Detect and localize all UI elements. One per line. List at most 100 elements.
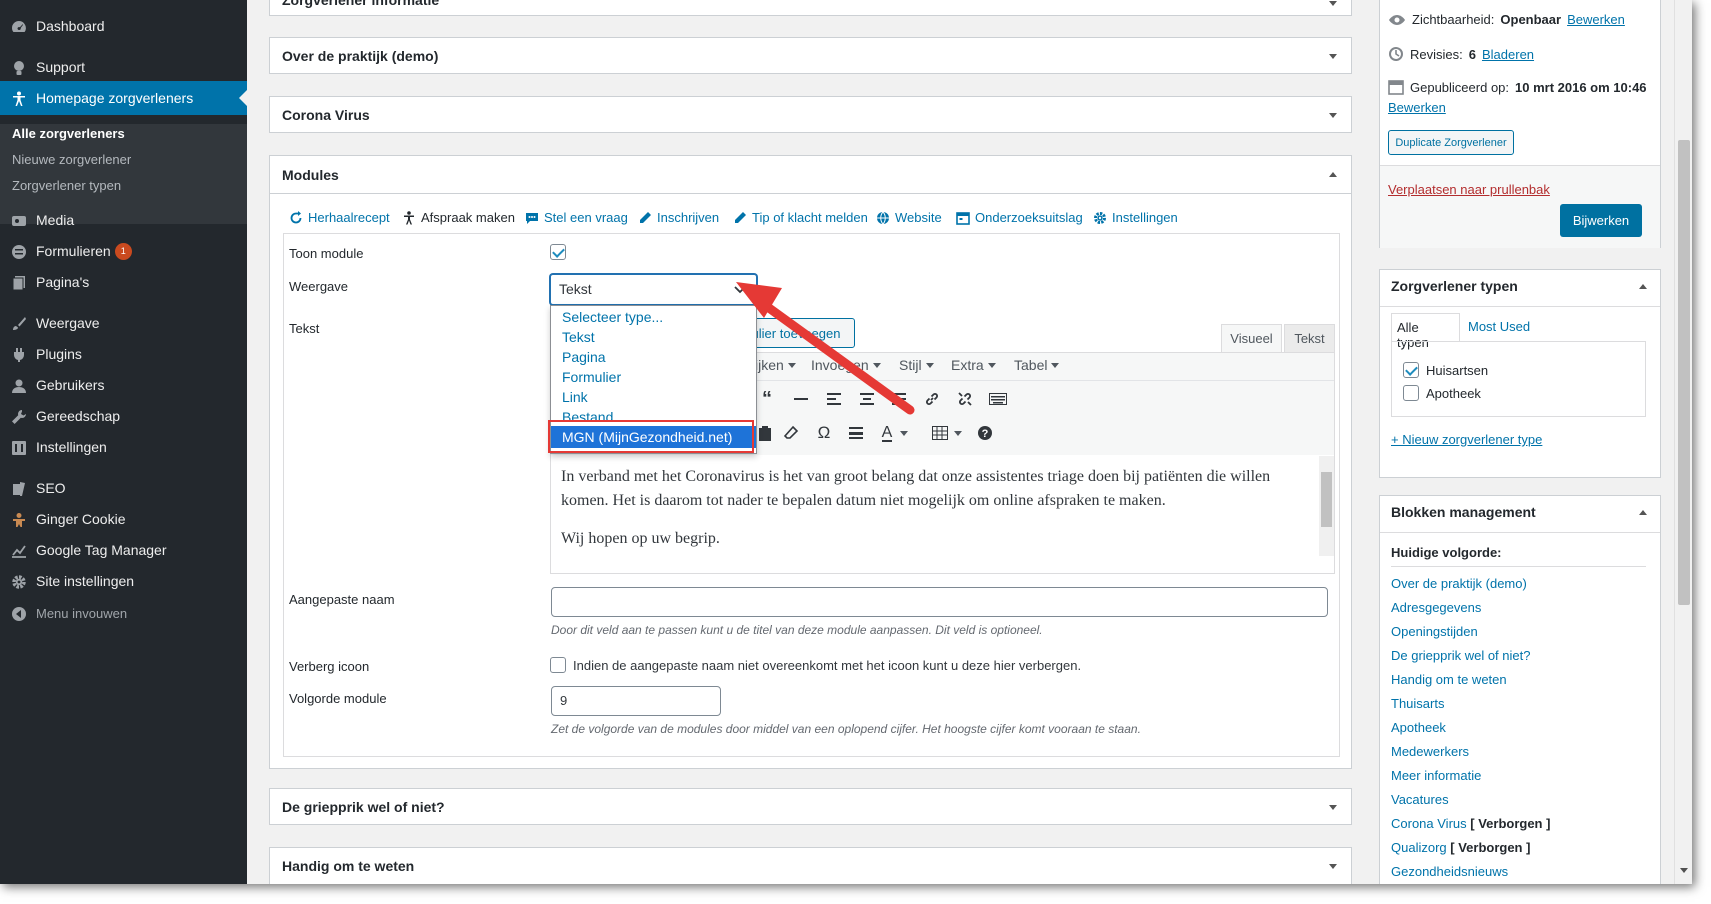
menu-paginas[interactable]: Pagina's	[0, 265, 247, 299]
panel-corona-virus: Corona Virus	[269, 96, 1352, 133]
visibility-edit-link[interactable]: Bewerken	[1567, 12, 1625, 27]
menu-dashboard[interactable]: Dashboard	[0, 9, 247, 43]
option-tekst[interactable]: Tekst	[562, 329, 595, 345]
menu-media[interactable]: Media	[0, 203, 247, 237]
highlight-box	[548, 420, 754, 453]
menu-plugins[interactable]: Plugins	[0, 337, 247, 371]
menu-site-instellingen[interactable]: Site instellingen	[0, 564, 247, 598]
tab-instellingen[interactable]: Instellingen	[1093, 210, 1178, 225]
link-icon[interactable]	[921, 389, 943, 409]
tab-visual[interactable]: Visueel	[1221, 324, 1282, 352]
keyboard-icon[interactable]	[987, 389, 1009, 409]
menu-label: Plugins	[36, 346, 82, 362]
block-item[interactable]: Gezondheidsnieuws	[1391, 864, 1508, 879]
types-title: Zorgverlener typen	[1391, 278, 1518, 294]
block-item[interactable]: Over de praktijk (demo)	[1391, 576, 1527, 591]
text-color-icon[interactable]: A	[877, 423, 913, 443]
menu-weergave[interactable]: Weergave	[0, 306, 247, 340]
page-scrollbar[interactable]	[1674, 0, 1692, 884]
option-selecteer-type[interactable]: Selecteer type...	[562, 309, 663, 325]
table-icon[interactable]	[929, 423, 965, 443]
menu-google-tag-manager[interactable]: Google Tag Manager	[0, 533, 247, 567]
block-item[interactable]: Vacatures	[1391, 792, 1449, 807]
block-item[interactable]: Apotheek	[1391, 720, 1446, 735]
tab-herhaalrecept[interactable]: Herhaalrecept	[289, 210, 390, 225]
block-item[interactable]: Meer informatie	[1391, 768, 1481, 783]
huisartsen-checkbox[interactable]	[1403, 362, 1419, 378]
tab-alle-typen[interactable]: Alle typen	[1391, 313, 1460, 350]
apotheek-label: Apotheek	[1426, 386, 1481, 401]
tab-most-used[interactable]: Most Used	[1468, 319, 1530, 334]
weergave-select[interactable]: Tekst	[550, 274, 757, 305]
menu-label: Gereedschap	[36, 408, 121, 424]
block-item-hidden[interactable]: Corona Virus [ Verborgen ]	[1391, 816, 1550, 831]
person-icon	[404, 210, 414, 224]
unlink-icon[interactable]	[954, 389, 976, 409]
block-item-hidden[interactable]: Qualizorg [ Verborgen ]	[1391, 840, 1530, 855]
toggle-arrow[interactable]	[1329, 805, 1337, 810]
volgorde-module-input[interactable]: 9	[551, 686, 721, 716]
menu-support[interactable]: Support	[0, 50, 247, 84]
blocks-toggle-arrow[interactable]	[1639, 510, 1647, 515]
menu-extra[interactable]: Extra	[951, 357, 996, 373]
tab-onderzoeksuitslag[interactable]: Onderzoeksuitslag	[956, 210, 1083, 225]
published-edit-link[interactable]: Bewerken	[1388, 100, 1446, 115]
globe-icon	[877, 211, 889, 224]
history-icon	[1389, 47, 1403, 61]
verberg-icoon-checkbox[interactable]	[550, 657, 566, 673]
revisions-browse-link[interactable]: Bladeren	[1482, 47, 1534, 62]
tab-tip-of-klacht[interactable]: Tip of klacht melden	[733, 210, 868, 225]
toggle-arrow[interactable]	[1329, 113, 1337, 118]
refresh-icon	[290, 210, 302, 223]
menu-ginger-cookie[interactable]: Ginger Cookie	[0, 502, 247, 536]
menu-formulieren[interactable]: Formulieren 1	[0, 234, 247, 268]
menu-tabel[interactable]: Tabel	[1014, 357, 1060, 373]
help-icon[interactable]: ?	[974, 423, 996, 443]
toggle-arrow[interactable]	[1329, 1, 1337, 6]
types-toggle-arrow[interactable]	[1639, 284, 1647, 289]
menu-homepage-zorgverleners[interactable]: Homepage zorgverleners	[0, 81, 247, 115]
menu-gebruikers[interactable]: Gebruikers	[0, 368, 247, 402]
eye-icon	[1389, 14, 1405, 25]
menu-gereedschap[interactable]: Gereedschap	[0, 399, 247, 433]
block-item[interactable]: Medewerkers	[1391, 744, 1469, 759]
submenu-nieuwe-zorgverlener[interactable]: Nieuwe zorgverlener	[12, 152, 131, 167]
option-link[interactable]: Link	[562, 389, 588, 405]
menu-collapse[interactable]: Menu invouwen	[0, 596, 247, 630]
menu-label: Ginger Cookie	[36, 511, 126, 527]
tab-text[interactable]: Tekst	[1284, 324, 1335, 352]
special-char-icon[interactable]: Ω	[813, 423, 835, 443]
editor-scrollbar[interactable]	[1319, 456, 1334, 556]
block-item[interactable]: De griepprik wel of niet?	[1391, 648, 1530, 663]
panel-over-de-praktijk: Over de praktijk (demo)	[269, 37, 1352, 74]
block-item[interactable]: Openingstijden	[1391, 624, 1478, 639]
toggle-arrow[interactable]	[1329, 54, 1337, 59]
tab-website[interactable]: Website	[876, 210, 942, 225]
toon-module-checkbox[interactable]	[550, 244, 566, 260]
option-pagina[interactable]: Pagina	[562, 349, 606, 365]
submenu-zorgverlener-typen[interactable]: Zorgverlener typen	[12, 178, 121, 193]
block-item[interactable]: Handig om te weten	[1391, 672, 1507, 687]
indent-icon[interactable]	[845, 423, 867, 443]
aangepaste-naam-input[interactable]	[551, 587, 1328, 617]
tab-stel-een-vraag[interactable]: Stel een vraag	[525, 210, 628, 225]
menu-instellingen[interactable]: Instellingen	[0, 430, 247, 464]
apotheek-checkbox[interactable]	[1403, 385, 1419, 401]
toggle-arrow[interactable]	[1329, 172, 1337, 177]
panel-zorgverlener-informatie: Zorgverlener informatie	[269, 0, 1352, 16]
trash-link[interactable]: Verplaatsen naar prullenbak	[1388, 182, 1550, 197]
eraser-icon[interactable]	[780, 423, 802, 443]
toggle-arrow[interactable]	[1329, 864, 1337, 869]
tab-inschrijven[interactable]: Inschrijven	[638, 210, 719, 225]
block-item[interactable]: Adresgegevens	[1391, 600, 1481, 615]
duplicate-button[interactable]: Duplicate Zorgverlener	[1388, 130, 1514, 155]
add-type-link[interactable]: + Nieuw zorgverlener type	[1391, 432, 1542, 447]
submenu-alle-zorgverleners[interactable]: Alle zorgverleners	[12, 126, 125, 141]
block-item[interactable]: Thuisarts	[1391, 696, 1444, 711]
paste-icon[interactable]	[754, 423, 776, 443]
option-formulier[interactable]: Formulier	[562, 369, 621, 385]
tab-afspraak-maken[interactable]: Afspraak maken	[402, 210, 515, 225]
editor-content[interactable]: In verband met het Coronavirus is het va…	[551, 455, 1334, 573]
update-button[interactable]: Bijwerken	[1560, 204, 1642, 237]
menu-seo[interactable]: SEO	[0, 471, 247, 505]
